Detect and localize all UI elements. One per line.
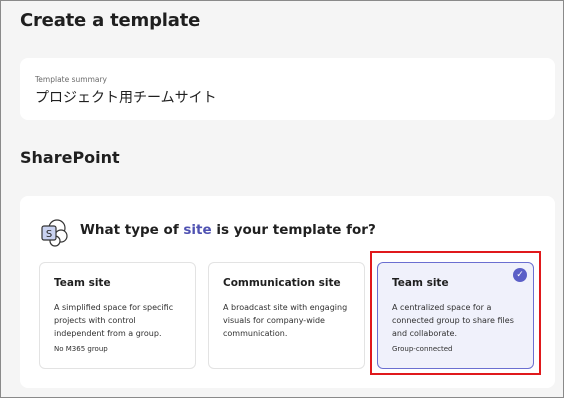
option-team-site-group-connected[interactable]: ✓ Team site A centralized space for a co… — [377, 262, 534, 369]
option-communication-site[interactable]: Communication site A broadcast site with… — [208, 262, 365, 369]
option-tag: Group-connected — [392, 345, 453, 353]
checkmark-icon: ✓ — [513, 268, 527, 282]
option-title: Team site — [54, 277, 111, 289]
option-description: A broadcast site with engaging visuals f… — [223, 303, 348, 338]
option-title: Communication site — [223, 277, 341, 289]
option-team-site-no-group[interactable]: Team site A simplified space for specifi… — [39, 262, 196, 369]
sharepoint-logo-icon: S — [41, 219, 68, 247]
option-title: Team site — [392, 277, 449, 289]
page-title: Create a template — [20, 10, 201, 31]
option-tag: No M365 group — [54, 345, 108, 353]
question-accent: site — [183, 222, 212, 238]
template-summary-value: プロジェクト用チームサイト — [35, 90, 217, 106]
svg-text:S: S — [46, 229, 52, 240]
option-description: A simplified space for specific projects… — [54, 303, 174, 338]
question-prefix: What type of — [80, 222, 184, 238]
option-description: A centralized space for a connected grou… — [392, 303, 514, 338]
template-summary-card: Template summary プロジェクト用チームサイト — [20, 58, 555, 120]
question-suffix: is your template for? — [211, 222, 376, 238]
section-title: SharePoint — [20, 148, 120, 167]
site-type-card: S What type of site is your template for… — [20, 196, 555, 388]
site-type-question: What type of site is your template for? — [80, 222, 376, 238]
create-template-panel: Create a template Template summary プロジェク… — [0, 0, 564, 398]
template-summary-label: Template summary — [35, 75, 107, 84]
